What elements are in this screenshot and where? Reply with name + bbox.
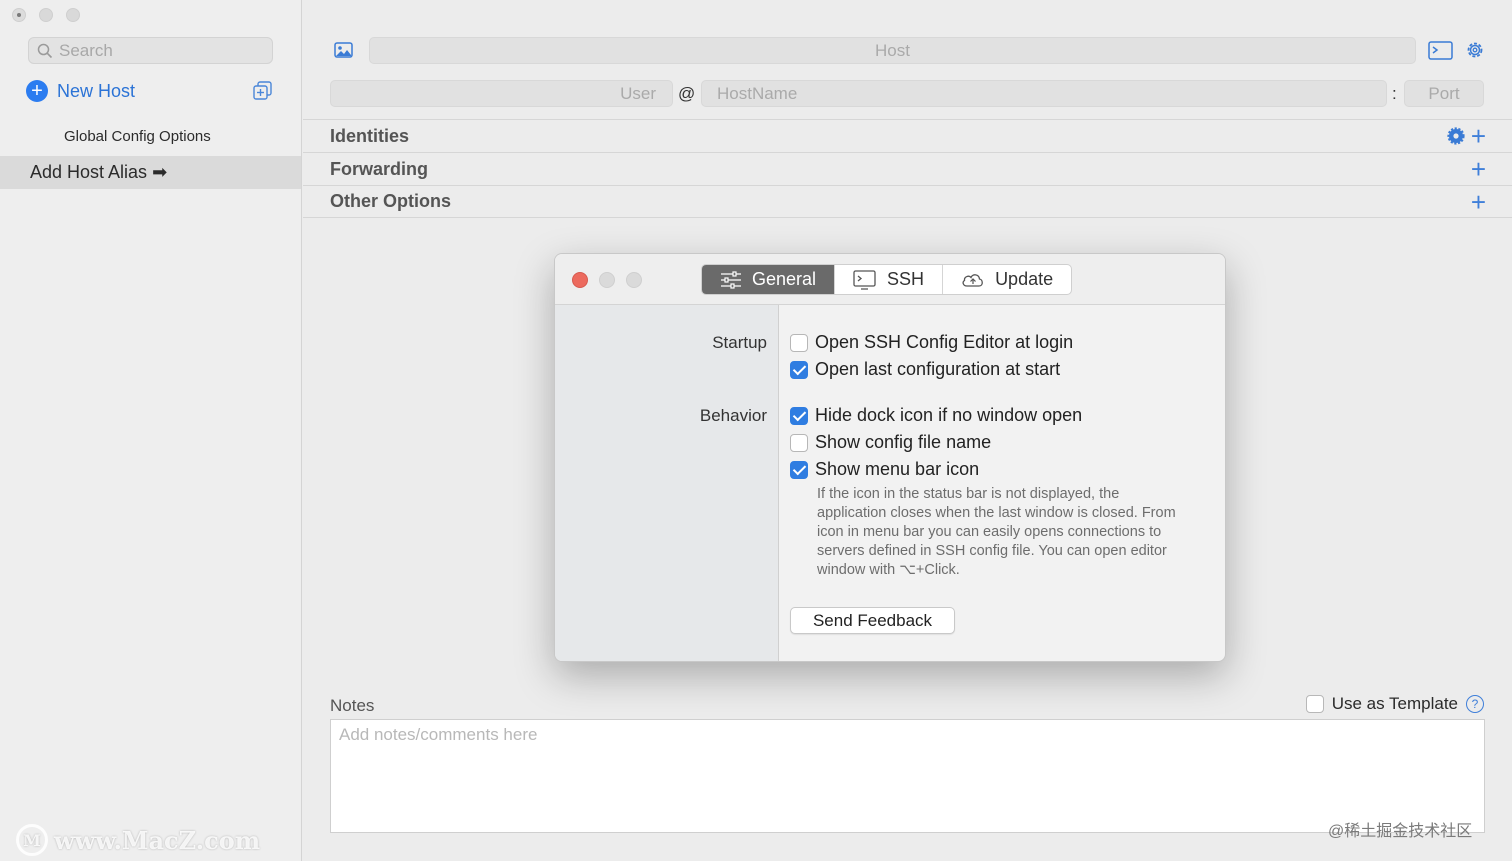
hide-dock-icon-checkbox[interactable]	[790, 406, 808, 425]
macz-watermark: M www.MacZ.com	[16, 824, 260, 856]
forwarding-label: Forwarding	[330, 158, 428, 179]
hostname-input[interactable]: HostName	[701, 80, 1387, 107]
use-as-template-label: Use as Template	[1331, 694, 1458, 713]
window-controls	[12, 8, 80, 22]
tab-update-label: Update	[995, 269, 1054, 289]
preferences-tabs: General SSH Update	[701, 264, 1073, 295]
add-host-alias-label: Add Host Alias ➡	[30, 162, 168, 182]
at-separator: @	[678, 84, 696, 103]
dialog-left-panel	[555, 305, 779, 661]
user-input[interactable]: User	[330, 80, 673, 107]
port-input[interactable]: Port	[1404, 80, 1484, 107]
show-menu-bar-icon-option[interactable]: Show menu bar icon	[790, 459, 979, 480]
use-as-template-checkbox[interactable]	[1305, 695, 1324, 713]
behavior-label: Behavior	[699, 406, 767, 425]
global-config-options[interactable]: Global Config Options	[64, 128, 211, 145]
notes-label: Notes	[330, 696, 375, 715]
new-host-button[interactable]: + New Host	[26, 80, 135, 102]
hide-dock-icon-option[interactable]: Hide dock icon if no window open	[790, 405, 1082, 426]
add-host-alias-row[interactable]: Add Host Alias ➡	[0, 156, 301, 189]
forwarding-section[interactable]: Forwarding +	[303, 152, 1512, 185]
dialog-window-controls	[572, 272, 642, 288]
tab-update[interactable]: Update	[943, 265, 1071, 294]
dialog-zoom-button[interactable]	[626, 272, 642, 288]
use-as-template[interactable]: Use as Template ?	[1305, 694, 1484, 714]
add-option-icon[interactable]: +	[1471, 189, 1486, 215]
startup-label: Startup	[712, 333, 767, 352]
menu-bar-description: If the icon in the status bar is not dis…	[817, 486, 1176, 578]
open-editor-login-option[interactable]: Open SSH Config Editor at login	[790, 332, 1073, 353]
show-config-file-label: Show config file name	[815, 432, 992, 452]
juejin-watermark: @稀土掘金技术社区	[1328, 823, 1473, 840]
search-icon	[37, 43, 53, 58]
open-last-config-checkbox[interactable]	[790, 360, 808, 379]
new-host-label: New Host	[57, 80, 136, 101]
host-input[interactable]: Host	[369, 37, 1416, 64]
add-identity-icon[interactable]: +	[1471, 123, 1486, 149]
dialog-close-button[interactable]	[572, 272, 588, 288]
open-editor-login-checkbox[interactable]	[790, 333, 808, 352]
terminal-icon[interactable]	[1428, 41, 1453, 60]
notes-placeholder: Add notes/comments here	[339, 725, 538, 744]
sliders-icon	[721, 270, 741, 289]
tab-ssh-label: SSH	[887, 269, 925, 289]
image-icon[interactable]	[334, 42, 353, 58]
tab-general-label: General	[752, 269, 817, 289]
other-options-label: Other Options	[330, 191, 451, 211]
add-forwarding-icon[interactable]: +	[1471, 156, 1486, 182]
macz-watermark-text: www.MacZ.com	[54, 825, 261, 855]
show-config-file-checkbox[interactable]	[790, 433, 808, 452]
show-menu-bar-icon-label: Show menu bar icon	[815, 459, 980, 479]
macz-logo: M	[16, 824, 48, 856]
open-editor-login-label: Open SSH Config Editor at login	[815, 332, 1074, 352]
dialog-minimize-button[interactable]	[599, 272, 615, 288]
show-menu-bar-icon-checkbox[interactable]	[790, 460, 808, 479]
cloud-icon	[962, 273, 983, 287]
other-options-section[interactable]: Other Options +	[303, 185, 1512, 218]
duplicate-host-icon[interactable]	[252, 80, 274, 102]
open-last-config-option[interactable]: Open last configuration at start	[790, 359, 1060, 380]
notes-textarea[interactable]: Add notes/comments here	[330, 719, 1485, 833]
identities-label: Identities	[330, 125, 410, 146]
show-config-file-option[interactable]: Show config file name	[790, 432, 991, 453]
identity-settings-icon[interactable]	[1447, 127, 1465, 145]
tab-ssh[interactable]: SSH	[835, 265, 944, 294]
sidebar: Search + New Host Global Config Options …	[0, 0, 302, 861]
preferences-dialog: General SSH Update Startup Behavior Open…	[554, 253, 1226, 662]
send-feedback-button[interactable]: Send Feedback	[790, 607, 955, 634]
hide-dock-icon-label: Hide dock icon if no window open	[815, 405, 1083, 425]
close-window-button[interactable]	[12, 8, 26, 22]
plus-circle-icon: +	[26, 80, 48, 102]
colon-separator: :	[1392, 84, 1397, 103]
dialog-titlebar: General SSH Update	[555, 254, 1225, 305]
open-last-config-label: Open last configuration at start	[815, 359, 1061, 379]
zoom-window-button[interactable]	[66, 8, 80, 22]
identities-section[interactable]: Identities +	[303, 119, 1512, 152]
terminal-window-icon	[853, 269, 876, 290]
tab-general[interactable]: General	[702, 265, 836, 294]
search-input[interactable]: Search	[28, 37, 273, 64]
search-placeholder: Search	[59, 40, 113, 60]
help-icon[interactable]: ?	[1466, 695, 1484, 713]
minimize-window-button[interactable]	[39, 8, 53, 22]
gear-icon[interactable]	[1465, 40, 1485, 60]
